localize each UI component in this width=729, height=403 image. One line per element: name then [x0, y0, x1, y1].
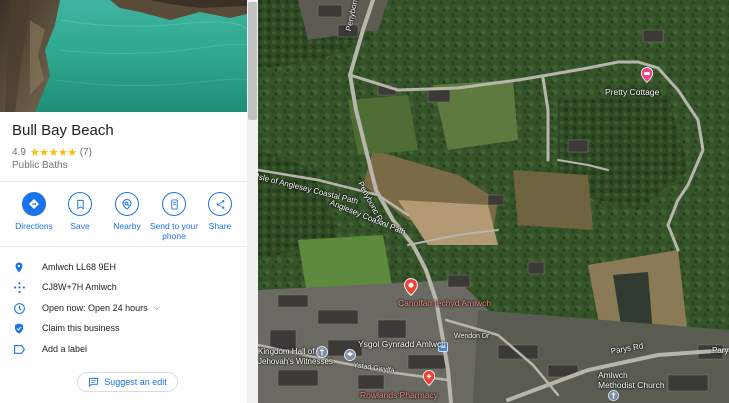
map-label-ysgol[interactable]: Ysgol Gynradd Amlwch: [358, 339, 446, 349]
rating-summary: 4.9 ★★★★★ (7): [12, 146, 92, 159]
suggest-edit-label: Suggest an edit: [104, 377, 167, 387]
map-label-kingdom-hall-1[interactable]: Kingdom Hall of: [258, 347, 314, 356]
review-count-link[interactable]: (7): [80, 147, 92, 158]
map-label-kingdom-hall-2[interactable]: Jehovah's Witnesses: [258, 357, 333, 366]
add-label-row[interactable]: Add a label: [0, 340, 247, 358]
map-label-amlwch-methodist-2[interactable]: Methodist Church: [598, 380, 665, 390]
send-to-phone-label: Send to your phone: [150, 221, 198, 241]
nearby-button[interactable]: Nearby: [100, 192, 154, 231]
place-category[interactable]: Public Baths: [12, 160, 68, 171]
phone-icon: [162, 192, 186, 216]
share-button[interactable]: Share: [193, 192, 247, 231]
bookmark-icon: [68, 192, 92, 216]
plus-code-row[interactable]: CJ8W+7H Amlwch: [0, 278, 247, 296]
pharmacy-pin-icon[interactable]: [422, 370, 436, 386]
nearby-icon: [115, 192, 139, 216]
hours-text: Open now: Open 24 hours ⌵: [42, 303, 160, 314]
add-label-text: Add a label: [42, 344, 88, 354]
plus-code-text: CJ8W+7H Amlwch: [42, 282, 117, 292]
nearby-label: Nearby: [113, 221, 141, 231]
clock-icon: [12, 301, 26, 315]
map-label-parys-rd-2: Parys Rd: [712, 346, 729, 355]
rating-stars: ★★★★★: [29, 147, 77, 159]
map-label-amlwch-methodist-1[interactable]: Amlwch: [598, 370, 628, 380]
map-label-wendon-dr: Wendon Dr: [454, 333, 490, 340]
rating-value: 4.9: [12, 147, 26, 158]
hours-status: Open now:: [42, 302, 86, 313]
health-centre-pin-icon[interactable]: [403, 278, 419, 296]
hours-value: Open 24 hours: [88, 302, 148, 313]
share-icon: [208, 192, 232, 216]
place-photo[interactable]: [0, 0, 247, 112]
place-title: Bull Bay Beach: [12, 122, 114, 139]
pretty-cottage-pin-icon[interactable]: [640, 67, 654, 83]
divider: [0, 181, 247, 182]
divider: [0, 246, 247, 247]
satellite-map[interactable]: Pretty Cottage Penybonc Rd Isle of Angle…: [258, 0, 729, 403]
address-row[interactable]: Amlwch LL68 9EH: [0, 258, 247, 276]
map-label-rowlands-pharmacy[interactable]: Rowlands Pharmacy: [360, 390, 438, 400]
save-label: Save: [70, 221, 90, 231]
save-button[interactable]: Save: [53, 192, 107, 231]
satellite-imagery: [258, 0, 729, 403]
panel-scrollbar-thumb[interactable]: [248, 2, 257, 120]
address-text: Amlwch LL68 9EH: [42, 262, 117, 272]
map-label-canolfan[interactable]: Canolfan Iechyd Amlwch: [398, 298, 491, 308]
location-pin-icon: [12, 260, 26, 274]
directions-label: Directions: [15, 221, 53, 231]
chevron-down-icon[interactable]: ⌵: [154, 303, 160, 313]
share-label: Share: [208, 221, 232, 231]
claim-business-text: Claim this business: [42, 323, 120, 333]
plus-code-icon: [12, 280, 26, 294]
claim-business-row[interactable]: Claim this business: [0, 319, 247, 337]
send-to-phone-label-line1: Send to your: [149, 221, 199, 231]
suggest-edit-button[interactable]: Suggest an edit: [77, 372, 178, 392]
directions-icon: [22, 192, 46, 216]
methodist-church-pin-icon[interactable]: [608, 390, 619, 401]
send-to-phone-label-line2: phone: [162, 231, 186, 241]
feedback-icon: [89, 377, 99, 387]
beach-photo-image: [0, 0, 247, 112]
map-label-pretty-cottage[interactable]: Pretty Cottage: [605, 87, 659, 97]
school-pin-icon[interactable]: [344, 349, 356, 361]
label-tag-icon: [12, 342, 26, 356]
hours-row[interactable]: Open now: Open 24 hours ⌵: [0, 299, 247, 317]
place-panel: Bull Bay Beach 4.9 ★★★★★ (7) Public Bath…: [0, 0, 247, 403]
verified-shield-icon: [12, 321, 26, 335]
